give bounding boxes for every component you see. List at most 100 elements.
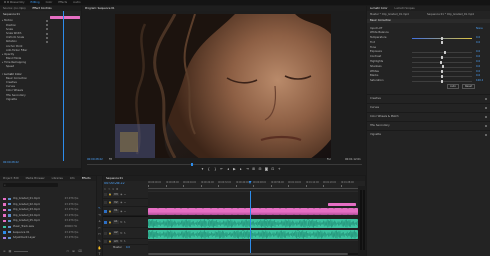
- workspace-audio[interactable]: Audio: [73, 1, 80, 4]
- track-name[interactable]: A2: [113, 231, 119, 235]
- type-tool-icon[interactable]: T: [99, 252, 101, 256]
- scrollbar-thumb[interactable]: [148, 253, 348, 255]
- lumetri-slider[interactable]: [412, 65, 472, 69]
- go-to-out-icon[interactable]: ⇥: [245, 167, 250, 172]
- step-back-icon[interactable]: ◂: [226, 167, 231, 172]
- source-patch-toggle[interactable]: [104, 209, 107, 213]
- video-clip[interactable]: [232, 207, 238, 215]
- video-clip[interactable]: [328, 203, 356, 206]
- go-to-in-icon[interactable]: ⇤: [219, 167, 224, 172]
- mute-icon[interactable]: M: [120, 221, 122, 224]
- project-search-input[interactable]: ⌕: [3, 183, 58, 187]
- lumetri-slider[interactable]: [412, 70, 472, 74]
- mute-icon[interactable]: M: [120, 232, 122, 235]
- work-area-bar[interactable]: [148, 188, 358, 190]
- slider-knob[interactable]: [441, 55, 443, 59]
- workspace-editing[interactable]: Editing: [31, 1, 40, 4]
- zoom-slider[interactable]: [14, 250, 29, 252]
- marker-icon[interactable]: ▾: [200, 167, 205, 172]
- video-clip[interactable]: [294, 207, 300, 215]
- slider-knob[interactable]: [441, 41, 443, 45]
- new-bin-icon[interactable]: ▭: [66, 249, 69, 253]
- sync-lock-icon[interactable]: ▭: [124, 201, 126, 204]
- video-clip[interactable]: [203, 207, 211, 215]
- timeline-scrollbar[interactable]: [148, 253, 358, 255]
- hand-tool-icon[interactable]: ✋: [98, 246, 102, 250]
- tab-info[interactable]: Info: [67, 176, 78, 181]
- overwrite-icon[interactable]: ⊟: [258, 167, 263, 172]
- timeline-timecode[interactable]: 00:00:28:22: [104, 182, 125, 185]
- checkbox-icon[interactable]: [484, 133, 487, 137]
- video-clip[interactable]: [308, 207, 314, 215]
- fit-dropdown[interactable]: Fit: [109, 158, 112, 161]
- source-patch-toggle[interactable]: [104, 231, 107, 235]
- video-clip[interactable]: [266, 207, 273, 215]
- lumetri-slider[interactable]: [412, 41, 472, 45]
- program-scrub-bar[interactable]: [87, 164, 362, 165]
- track-name[interactable]: V1: [113, 209, 119, 213]
- slider-knob[interactable]: [443, 51, 446, 55]
- program-playhead[interactable]: [191, 162, 193, 166]
- project-item[interactable]: Adjustment Layer 23.976 fps: [3, 235, 93, 241]
- solo-icon[interactable]: S: [124, 232, 126, 235]
- video-clip[interactable]: [252, 207, 260, 215]
- lock-icon[interactable]: 🔒: [109, 240, 112, 243]
- video-clip[interactable]: [245, 207, 252, 215]
- export-frame-icon[interactable]: ◙: [264, 167, 269, 172]
- section-creative[interactable]: Creative: [367, 94, 490, 103]
- video-clip[interactable]: [148, 207, 158, 215]
- lock-icon[interactable]: 🔒: [109, 221, 112, 224]
- razor-tool-icon[interactable]: ✂: [98, 226, 101, 230]
- workspace-effects[interactable]: Effects: [58, 1, 67, 4]
- basic-correction-header[interactable]: Basic Correction: [367, 19, 490, 23]
- out-point-icon[interactable]: }: [213, 167, 218, 172]
- eye-icon[interactable]: ◉: [120, 201, 122, 204]
- sync-lock-icon[interactable]: ▭: [124, 193, 126, 196]
- audio-clip[interactable]: [148, 229, 243, 239]
- video-clip[interactable]: [280, 207, 286, 215]
- video-clip[interactable]: [175, 207, 181, 215]
- stopwatch-icon[interactable]: [46, 24, 48, 27]
- lumetri-clip[interactable]: Sequence 01 * Clip_Graded_01.mp4: [427, 13, 474, 16]
- track-name[interactable]: A3: [113, 239, 119, 244]
- source-patch-toggle[interactable]: [104, 220, 107, 224]
- section-hsl[interactable]: HSL Secondary: [367, 121, 490, 130]
- slider-knob[interactable]: [439, 60, 442, 64]
- checkbox-icon[interactable]: [484, 115, 487, 119]
- video-clip[interactable]: [342, 207, 348, 215]
- eye-icon[interactable]: ◉: [120, 210, 122, 213]
- video-clip[interactable]: [334, 207, 342, 215]
- video-clip[interactable]: [224, 207, 232, 215]
- list-view-icon[interactable]: ≡: [3, 249, 6, 253]
- lumetri-slider[interactable]: [412, 60, 472, 64]
- track-name[interactable]: V3: [113, 192, 119, 197]
- lumetri-row-value[interactable]: None: [476, 27, 483, 30]
- stopwatch-icon[interactable]: [46, 36, 48, 39]
- tab-effect-controls[interactable]: Effect Controls: [30, 6, 55, 11]
- checkbox-icon[interactable]: [484, 97, 487, 101]
- lumetri-row-value[interactable]: 0.0: [476, 50, 480, 53]
- stopwatch-icon[interactable]: [46, 28, 48, 31]
- lock-icon[interactable]: 🔒: [109, 201, 112, 204]
- slider-knob[interactable]: [441, 79, 443, 83]
- lumetri-row-value[interactable]: 0.0: [476, 70, 480, 73]
- track-name[interactable]: V2: [113, 200, 119, 205]
- lumetri-slider[interactable]: [412, 75, 472, 79]
- lumetri-source[interactable]: Master * Clip_Graded_01.mp4: [370, 13, 409, 16]
- video-clip[interactable]: [260, 207, 266, 215]
- source-patch-toggle[interactable]: [104, 201, 107, 204]
- timeline-playhead-line[interactable]: [250, 191, 251, 253]
- video-clip[interactable]: [286, 207, 294, 215]
- icon-view-icon[interactable]: ▦: [9, 249, 12, 253]
- new-item-icon[interactable]: ⊞: [72, 249, 75, 253]
- mute-icon[interactable]: M: [120, 240, 122, 243]
- tab-media-browser[interactable]: Media Browser: [23, 176, 48, 181]
- stopwatch-icon[interactable]: [46, 40, 48, 43]
- ec-property[interactable]: Speed: [2, 65, 48, 69]
- audio-clip[interactable]: [308, 218, 358, 228]
- video-clip[interactable]: [166, 207, 175, 215]
- lumetri-row-value[interactable]: 0.0: [476, 60, 480, 63]
- video-clip[interactable]: [300, 207, 308, 215]
- lumetri-slider[interactable]: [412, 55, 472, 59]
- lumetri-slider[interactable]: [412, 79, 472, 83]
